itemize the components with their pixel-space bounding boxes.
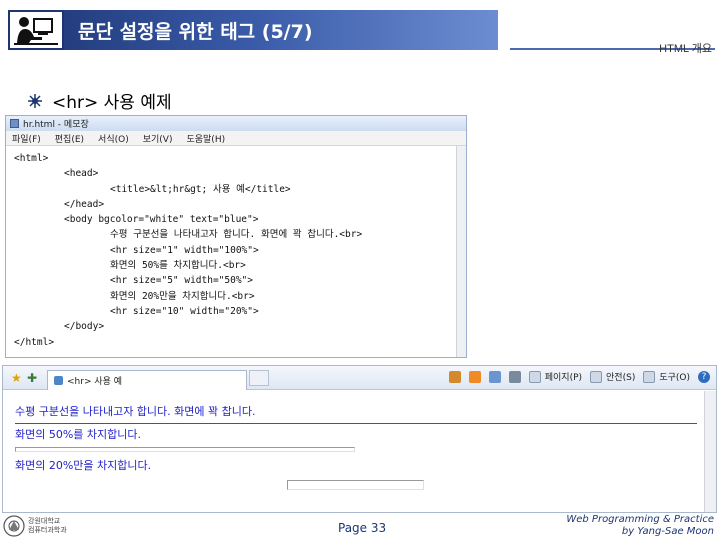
- notepad-title: hr.html - 메모장: [23, 120, 89, 130]
- page-text-line: 화면의 50%를 차지합니다.: [15, 428, 142, 441]
- menu-view[interactable]: 보기(V): [143, 132, 173, 145]
- notepad-scrollbar[interactable]: [456, 146, 466, 357]
- code-line: <hr size="10" width="20%">: [110, 305, 259, 317]
- page-number: Page 33: [338, 521, 387, 535]
- page-menu-button[interactable]: 페이지(P): [545, 370, 582, 383]
- code-line: <html>: [14, 153, 49, 164]
- tools-menu-button[interactable]: 도구(O): [659, 370, 690, 383]
- code-line: </html>: [14, 336, 55, 348]
- browser-command-bar: 페이지(P) 안전(S) 도구(O) ?: [441, 370, 710, 383]
- bullet-item: <hr> 사용 예제: [28, 88, 172, 113]
- page-text-line: 화면의 20%만을 차지합니다.: [15, 459, 152, 472]
- help-icon[interactable]: ?: [698, 370, 710, 383]
- code-line: 수평 구분선을 나타내고자 합니다. 화면에 꽉 찹니다.<br>: [110, 229, 363, 241]
- code-line: 화면의 20%만을 차지합니다.<br>: [110, 290, 255, 302]
- code-line: <head>: [64, 168, 99, 180]
- browser-tab[interactable]: <hr> 사용 예: [47, 369, 247, 390]
- page-menu-icon[interactable]: [528, 370, 541, 383]
- notepad-icon: [10, 119, 19, 128]
- horizontal-rule-50: [15, 447, 355, 452]
- bullet-icon: [28, 93, 42, 108]
- code-line: <hr size="1" width="100%">: [110, 244, 259, 256]
- page-favicon-icon: [54, 375, 63, 385]
- safety-menu-button[interactable]: 안전(S): [606, 370, 635, 383]
- code-line: </body>: [64, 321, 105, 333]
- notepad-titlebar[interactable]: hr.html - 메모장: [6, 116, 466, 131]
- safety-menu-icon[interactable]: [590, 370, 603, 383]
- notepad-window: hr.html - 메모장 파일(F) 편집(E) 서식(O) 보기(V) 도움…: [5, 115, 467, 358]
- course-author: by Yang-Sae Moon: [621, 526, 714, 537]
- home-icon[interactable]: [448, 370, 461, 383]
- slide-title-bar: 문단 설정을 위한 태그 (5/7): [8, 10, 498, 50]
- code-line: <body bgcolor="white" text="blue">: [64, 214, 259, 226]
- favorites-star-icon[interactable]: ★: [11, 372, 23, 384]
- code-line: <title>&lt;hr&gt; 사용 예</title>: [110, 183, 291, 195]
- new-tab-button[interactable]: [249, 369, 269, 386]
- menu-format[interactable]: 서식(O): [98, 132, 129, 145]
- notepad-menubar: 파일(F) 편집(E) 서식(O) 보기(V) 도움말(H): [6, 131, 466, 146]
- tools-menu-icon[interactable]: [643, 370, 656, 383]
- code-line: </head>: [64, 198, 105, 210]
- course-credit: Web Programming & Practice by Yang-Sae M…: [566, 514, 714, 538]
- code-line: 화면의 50%를 차지합니다.<br>: [110, 260, 246, 272]
- menu-edit[interactable]: 편집(E): [55, 132, 84, 145]
- notepad-text-area[interactable]: <html> <head> <title>&lt;hr&gt; 사용 예</ti…: [6, 146, 466, 350]
- university-emblem-icon: [3, 515, 25, 537]
- university-logo: 강원대학교 컴퓨터과학과: [3, 514, 71, 538]
- feeds-icon[interactable]: [468, 370, 481, 383]
- tab-title: <hr> 사용 예: [67, 376, 123, 387]
- mail-icon[interactable]: [488, 370, 501, 383]
- university-logo-text: 강원대학교 컴퓨터과학과: [28, 517, 67, 535]
- browser-window: ★ ✚ <hr> 사용 예 페이지(P) 안전(S) 도구(O) ? 수평 구분…: [2, 365, 717, 513]
- browser-page-content: 수평 구분선을 나타내고자 합니다. 화면에 꽉 찹니다. 화면의 50%를 차…: [3, 390, 716, 490]
- logo-line: 컴퓨터과학과: [28, 526, 67, 534]
- add-favorite-icon[interactable]: ✚: [27, 372, 39, 384]
- page-text-line: 수평 구분선을 나타내고자 합니다. 화면에 꽉 찹니다.: [15, 405, 256, 418]
- section-label: HTML 개요: [659, 43, 712, 55]
- slide-title: 문단 설정을 위한 태그 (5/7): [78, 20, 313, 43]
- logo-line: 강원대학교: [28, 517, 61, 525]
- bullet-text: <hr> 사용 예제: [52, 93, 172, 113]
- code-line: <hr size="5" width="50%">: [110, 275, 253, 287]
- print-icon[interactable]: [508, 370, 521, 383]
- menu-help[interactable]: 도움말(H): [186, 132, 225, 145]
- course-title: Web Programming & Practice: [566, 514, 714, 525]
- person-at-computer-icon: [8, 10, 64, 50]
- browser-toolbar: ★ ✚ <hr> 사용 예 페이지(P) 안전(S) 도구(O) ?: [3, 366, 716, 390]
- browser-scrollbar[interactable]: [704, 391, 716, 512]
- horizontal-rule-100: [15, 423, 697, 424]
- menu-file[interactable]: 파일(F): [12, 132, 41, 145]
- horizontal-rule-20: [287, 480, 424, 490]
